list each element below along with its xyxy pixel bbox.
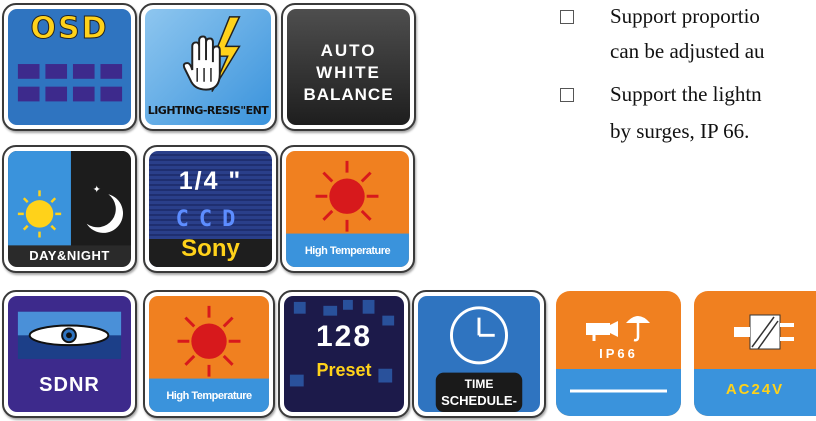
bullet-1-line1: Support proportio [610, 4, 760, 28]
auto-white-balance-badge: AUTO WHITE BALANCE [281, 3, 416, 131]
checkbox-icon [560, 88, 574, 102]
awb-line1: AUTO [320, 41, 377, 60]
time-schedule-badge: TIME SCHEDULE- [412, 290, 546, 418]
ip66-badge: IP66 [556, 291, 681, 416]
lighting-resistant-label: LIGHTING-RESIS"ENT [147, 104, 269, 117]
ccd-label: CCD [175, 207, 246, 232]
bullet-2-line1: Support the lightn [610, 82, 762, 106]
schedule-line2: SCHEDULE- [441, 393, 517, 408]
checkbox-icon [560, 10, 574, 24]
high-temperature-badge-2: High Temperature [143, 290, 275, 418]
sdnr-label: SDNR [39, 374, 100, 396]
day-night-label: DAY&NIGHT [29, 248, 110, 263]
sdnr-badge: SDNR [2, 290, 137, 418]
ac24v-badge: AC24V [694, 291, 816, 416]
osd-grid-icon [17, 64, 123, 102]
preset-number: 128 [315, 320, 373, 353]
ac24v-label: AC24V [725, 381, 785, 398]
day-night-badge: ✦ DAY&NIGHT [2, 145, 137, 273]
schedule-line1: TIME [464, 377, 494, 391]
bullet-2-line2: by surges, IP 66. [610, 119, 750, 143]
ccd-size: 1/4 " [178, 167, 243, 195]
preset-label: Preset [316, 360, 372, 380]
preset-badge: 128 Preset [278, 290, 410, 418]
high-temperature-label-2: High Temperature [166, 390, 252, 402]
osd-badge: OSD [2, 3, 137, 131]
mosaic-background [289, 299, 395, 387]
high-temperature-badge-1: High Temperature [280, 145, 415, 273]
ccd-brand: Sony [181, 235, 240, 262]
bullet-1-line2: can be adjusted au [610, 39, 765, 63]
high-temperature-label-1: High Temperature [304, 245, 391, 257]
awb-line3: BALANCE [303, 85, 394, 104]
ip66-label: IP66 [599, 346, 638, 361]
awb-line2: WHITE [316, 63, 381, 82]
lighting-resistant-badge: LIGHTING-RESIS"ENT [139, 3, 277, 131]
svg-text:✦: ✦ [93, 184, 101, 195]
ccd-sony-badge: 1/4 " CCD Sony [143, 145, 278, 273]
